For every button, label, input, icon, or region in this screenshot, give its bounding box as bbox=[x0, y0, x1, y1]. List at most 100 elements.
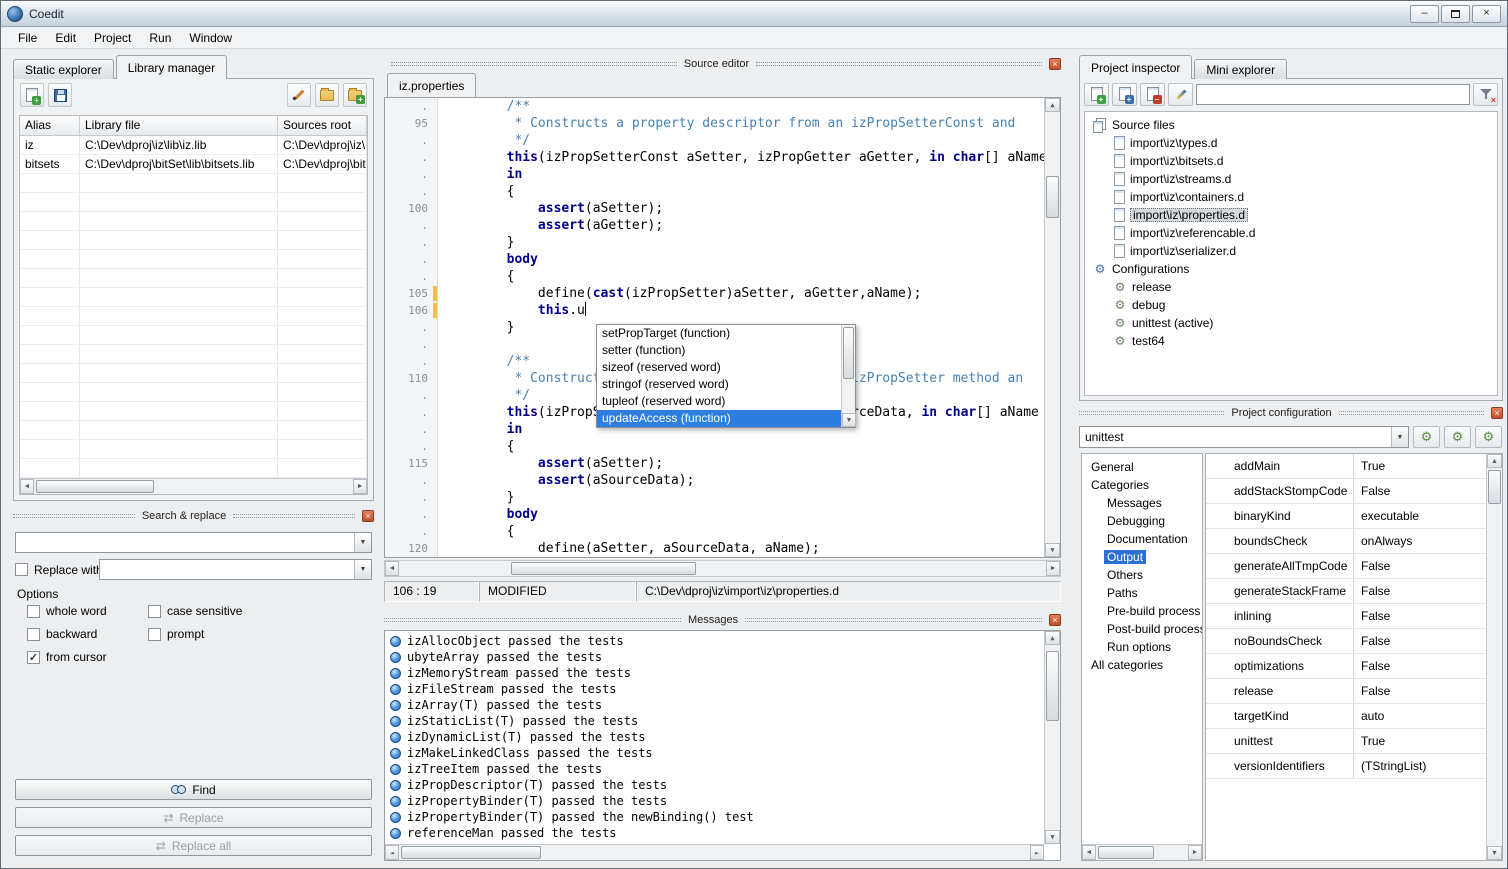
property-value[interactable]: onAlways bbox=[1354, 529, 1486, 553]
scroll-track[interactable] bbox=[1487, 468, 1502, 846]
property-row[interactable]: versionIdentifiers(TStringList) bbox=[1206, 754, 1486, 779]
checkbox-backward[interactable]: backward bbox=[27, 627, 148, 641]
add-file-button[interactable] bbox=[1112, 83, 1137, 106]
edit-library-button[interactable] bbox=[287, 83, 311, 107]
code-text[interactable]: in bbox=[438, 166, 1060, 183]
table-row[interactable] bbox=[20, 326, 367, 345]
titlebar[interactable]: Coedit – × bbox=[1, 1, 1507, 27]
messages-hscrollbar[interactable]: ◄ ► bbox=[385, 844, 1044, 860]
replace-term-combobox[interactable]: ▼ bbox=[99, 559, 372, 580]
scroll-track[interactable] bbox=[399, 845, 1030, 860]
find-button[interactable]: Find bbox=[15, 779, 372, 800]
property-row[interactable]: addStackStompCodeFalse bbox=[1206, 479, 1486, 504]
dock-grip[interactable] bbox=[391, 62, 677, 66]
code-text[interactable]: body bbox=[438, 251, 1060, 268]
code-text[interactable]: body bbox=[438, 506, 1060, 523]
completion-item[interactable]: updateAccess (function) bbox=[597, 410, 841, 427]
scroll-thumb[interactable] bbox=[401, 846, 541, 859]
tree-item-import-iz-referencable-d[interactable]: import\iz\referencable.d bbox=[1085, 224, 1497, 242]
search-panel-close-button[interactable]: × bbox=[362, 510, 374, 522]
add-library-button[interactable] bbox=[20, 83, 44, 107]
scroll-down-button[interactable]: ▼ bbox=[1487, 846, 1502, 860]
property-value[interactable]: executable bbox=[1354, 504, 1486, 528]
dock-grip[interactable] bbox=[1079, 411, 1224, 415]
message-row[interactable]: izDynamicList(T) passed the tests bbox=[385, 729, 1044, 745]
property-row[interactable]: generateAllTmpCodeFalse bbox=[1206, 554, 1486, 579]
tree-item-debug[interactable]: ⚙debug bbox=[1085, 296, 1497, 314]
scroll-right-button[interactable]: ► bbox=[353, 479, 367, 494]
completion-item[interactable]: tupleof (reserved word) bbox=[597, 393, 841, 410]
column-header-library-file[interactable]: Library file bbox=[80, 116, 278, 135]
properties-vscrollbar[interactable]: ▲ ▼ bbox=[1486, 454, 1502, 860]
scroll-right-button[interactable]: ► bbox=[1046, 561, 1060, 576]
scroll-track[interactable] bbox=[1096, 845, 1188, 860]
checkbox-from-cursor[interactable]: ✓from cursor bbox=[27, 650, 148, 664]
category-list[interactable]: GeneralCategoriesMessagesDebuggingDocume… bbox=[1082, 458, 1202, 844]
scroll-thumb[interactable] bbox=[36, 480, 154, 493]
messages-vscrollbar[interactable]: ▲ ▼ bbox=[1044, 631, 1060, 844]
property-row[interactable]: binaryKindexecutable bbox=[1206, 504, 1486, 529]
scroll-left-button[interactable]: ◄ bbox=[385, 845, 399, 860]
dropdown-arrow-icon[interactable]: ▼ bbox=[354, 560, 371, 579]
tree-item-configurations[interactable]: ⚙Configurations bbox=[1085, 260, 1497, 278]
scroll-down-button[interactable]: ▼ bbox=[1045, 543, 1060, 557]
source-editor[interactable]: . /**95 * Constructs a property descript… bbox=[384, 97, 1061, 558]
message-row[interactable]: izArray(T) passed the tests bbox=[385, 697, 1044, 713]
tab-mini-explorer[interactable]: Mini explorer bbox=[1194, 59, 1287, 79]
property-value[interactable]: False bbox=[1354, 629, 1486, 653]
code-text[interactable]: assert(aSetter); bbox=[438, 455, 1060, 472]
property-row[interactable]: noBoundsCheckFalse bbox=[1206, 629, 1486, 654]
config-action-button-3[interactable]: ⚙ bbox=[1475, 426, 1502, 448]
open-library-button[interactable] bbox=[315, 83, 339, 107]
property-row[interactable]: optimizationsFalse bbox=[1206, 654, 1486, 679]
property-row[interactable]: addMainTrue bbox=[1206, 454, 1486, 479]
scroll-track[interactable] bbox=[399, 561, 1046, 576]
code-text[interactable]: */ bbox=[438, 132, 1060, 149]
wand-button[interactable] bbox=[1168, 83, 1193, 106]
scroll-up-button[interactable]: ▲ bbox=[1487, 454, 1502, 468]
categories-hscrollbar[interactable]: ◄ ► bbox=[1082, 844, 1202, 860]
scroll-down-button[interactable]: ▼ bbox=[1045, 830, 1060, 844]
property-value[interactable]: True bbox=[1354, 454, 1486, 478]
category-messages[interactable]: Messages bbox=[1082, 494, 1202, 512]
checkbox-case-sensitive[interactable]: case sensitive bbox=[148, 604, 372, 618]
scroll-thumb[interactable] bbox=[1098, 846, 1154, 859]
category-debugging[interactable]: Debugging bbox=[1082, 512, 1202, 530]
table-row[interactable] bbox=[20, 250, 367, 269]
code-text[interactable]: } bbox=[438, 489, 1060, 506]
inspector-filter-input[interactable] bbox=[1196, 84, 1470, 105]
table-row[interactable] bbox=[20, 364, 367, 383]
menu-edit[interactable]: Edit bbox=[46, 28, 85, 48]
property-row[interactable]: boundsCheckonAlways bbox=[1206, 529, 1486, 554]
completion-item[interactable]: stringof (reserved word) bbox=[597, 376, 841, 393]
code-text[interactable]: /** bbox=[438, 98, 1060, 115]
column-header-alias[interactable]: Alias bbox=[20, 116, 80, 135]
menu-run[interactable]: Run bbox=[140, 28, 180, 48]
tree-item-test64[interactable]: ⚙test64 bbox=[1085, 332, 1497, 350]
property-value[interactable]: False bbox=[1354, 604, 1486, 628]
tab-static-explorer[interactable]: Static explorer bbox=[13, 59, 114, 79]
scroll-down-button[interactable]: ▼ bbox=[842, 413, 856, 427]
code-text[interactable]: * Constructs a property descriptor from … bbox=[438, 115, 1060, 132]
table-row[interactable]: izC:\Dev\dproj\iz\lib\iz.libC:\Dev\dproj… bbox=[20, 136, 367, 155]
table-row[interactable] bbox=[20, 459, 367, 478]
dock-grip[interactable] bbox=[233, 514, 355, 518]
message-row[interactable]: izPropertyBinder(T) passed the tests bbox=[385, 793, 1044, 809]
table-row[interactable] bbox=[20, 212, 367, 231]
scroll-left-button[interactable]: ◄ bbox=[385, 561, 399, 576]
message-row[interactable]: izPropDescriptor(T) passed the tests bbox=[385, 777, 1044, 793]
scroll-track[interactable] bbox=[34, 479, 353, 494]
category-all-categories[interactable]: All categories bbox=[1082, 656, 1202, 674]
code-text[interactable]: assert(aSourceData); bbox=[438, 472, 1060, 489]
messages-list[interactable]: izAllocObject passed the testsubyteArray… bbox=[385, 633, 1044, 844]
config-action-button-2[interactable]: ⚙ bbox=[1444, 426, 1471, 448]
property-row[interactable]: releaseFalse bbox=[1206, 679, 1486, 704]
checkbox-box[interactable] bbox=[27, 605, 40, 618]
category-output[interactable]: Output bbox=[1082, 548, 1202, 566]
source-editor-close-button[interactable]: × bbox=[1049, 58, 1061, 70]
minimize-button[interactable]: – bbox=[1410, 5, 1439, 23]
tab-project-inspector[interactable]: Project inspector bbox=[1079, 55, 1192, 79]
scroll-left-button[interactable]: ◄ bbox=[20, 479, 34, 494]
table-row[interactable]: bitsetsC:\Dev\dproj\bitSet\lib\bitsets.l… bbox=[20, 155, 367, 174]
checkbox-box[interactable] bbox=[27, 628, 40, 641]
